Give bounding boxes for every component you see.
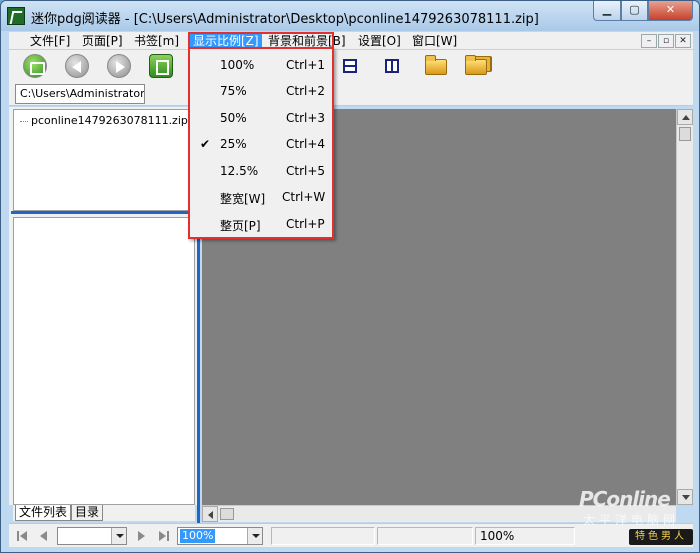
window-maximize-button[interactable]: ▢: [621, 1, 648, 21]
folders-icon[interactable]: [465, 55, 487, 75]
zoom-option-fit-width[interactable]: 整宽[W] Ctrl+W: [190, 185, 332, 211]
window-title: 迷你pdg阅读器 - [C:\Users\Administrator\Deskt…: [31, 12, 539, 27]
zoom-option-shortcut: Ctrl+3: [286, 111, 326, 125]
zoom-option-shortcut: Ctrl+4: [286, 137, 326, 151]
zoom-option-label: 12.5%: [220, 164, 259, 178]
chevron-down-icon[interactable]: [247, 528, 262, 544]
mdi-minimize-button[interactable]: –: [641, 34, 657, 48]
tab-file-list[interactable]: 文件列表: [15, 505, 72, 521]
vertical-scrollbar[interactable]: [676, 109, 693, 505]
zoom-readout: 100%: [475, 527, 575, 545]
scroll-up-icon[interactable]: [677, 109, 693, 125]
file-tree: pconline1479263078111.zip: [13, 109, 199, 211]
zoom-option-50[interactable]: 50% Ctrl+3: [190, 106, 332, 132]
path-input[interactable]: C:\Users\Administrator\D: [15, 84, 145, 104]
zoom-option-shortcut: Ctrl+P: [286, 217, 325, 231]
zoom-option-shortcut: Ctrl+1: [286, 58, 326, 72]
window-close-button[interactable]: ✕: [648, 1, 693, 21]
toolbar: [9, 50, 693, 82]
menu-bar: 文件[F] 页面[P] 书签[m] 显示比例[Z] 背景和前景[B] 设置[O]…: [9, 32, 693, 50]
zoom-option-shortcut: Ctrl+W: [282, 190, 326, 204]
zoom-select-value: 100%: [180, 529, 216, 543]
mdi-restore-button[interactable]: ▫: [658, 34, 674, 48]
toc-pane: [13, 217, 195, 505]
zoom-option-label: 75%: [220, 84, 247, 98]
status-cell-1: [271, 527, 375, 545]
menu-page[interactable]: 页面[P]: [79, 33, 126, 49]
window-minimize-button[interactable]: ▁: [593, 1, 621, 21]
zoom-option-12-5[interactable]: 12.5% Ctrl+5: [190, 159, 332, 185]
hscroll-thumb[interactable]: [220, 508, 234, 520]
scroll-thumb[interactable]: [679, 127, 691, 141]
mdi-close-button[interactable]: ✕: [675, 34, 691, 48]
last-page-icon[interactable]: [159, 531, 169, 541]
app-window: 迷你pdg阅读器 - [C:\Users\Administrator\Deskt…: [0, 0, 700, 553]
zoom-option-shortcut: Ctrl+2: [286, 84, 326, 98]
chevron-down-icon[interactable]: [111, 528, 126, 544]
zoom-option-label: 整宽[W]: [220, 192, 266, 206]
previous-icon[interactable]: [65, 54, 89, 78]
first-page-icon[interactable]: [17, 531, 27, 541]
menu-bookmark[interactable]: 书签[m]: [131, 33, 182, 49]
prev-page-icon[interactable]: [39, 531, 49, 541]
left-tab-strip: 文件列表 目录: [13, 505, 195, 521]
zoom-option-25[interactable]: ✔ 25% Ctrl+4: [190, 132, 332, 158]
address-bar: C:\Users\Administrator\D: [9, 82, 693, 106]
zoom-option-100[interactable]: 100% Ctrl+1: [190, 53, 332, 79]
zoom-option-shortcut: Ctrl+5: [286, 164, 326, 178]
tree-item[interactable]: pconline1479263078111.zip: [20, 114, 188, 127]
zoom-option-75[interactable]: 75% Ctrl+2: [190, 79, 332, 105]
next-icon[interactable]: [107, 54, 131, 78]
menu-window[interactable]: 窗口[W]: [409, 33, 460, 49]
zoom-select[interactable]: 100%: [177, 527, 263, 545]
zoom-option-fit-page[interactable]: 整页[P] Ctrl+P: [190, 212, 332, 238]
single-page-icon[interactable]: [149, 54, 173, 78]
watermark-logo: PConline 太平洋电脑网 特色男人: [579, 487, 697, 549]
page-select[interactable]: [57, 527, 127, 545]
zoom-option-label: 25%: [220, 137, 247, 151]
status-cell-2: [377, 527, 473, 545]
tab-toc[interactable]: 目录: [71, 505, 104, 521]
zoom-dropdown-menu: 100% Ctrl+1 75% Ctrl+2 50% Ctrl+3 ✔ 25% …: [188, 47, 334, 239]
zoom-option-label: 50%: [220, 111, 247, 125]
menu-settings[interactable]: 设置[O]: [355, 33, 404, 49]
folder-open-icon[interactable]: [425, 55, 447, 75]
zoom-option-label: 整页[P]: [220, 219, 261, 233]
horizontal-split-icon[interactable]: [343, 59, 357, 73]
open-file-icon[interactable]: [23, 54, 47, 78]
watermark-badge: 特色男人: [629, 529, 693, 545]
menu-file[interactable]: 文件[F]: [27, 33, 73, 49]
scroll-left-icon[interactable]: [202, 506, 218, 522]
app-logo-icon: [7, 7, 25, 25]
horizontal-splitter[interactable]: [11, 211, 197, 214]
checkmark-icon: ✔: [200, 137, 211, 151]
watermark-brand: PConline: [579, 487, 671, 511]
title-bar[interactable]: 迷你pdg阅读器 - [C:\Users\Administrator\Deskt…: [1, 1, 699, 31]
zoom-option-label: 100%: [220, 58, 255, 72]
watermark-sub: 太平洋电脑网: [583, 513, 680, 527]
vertical-split-icon[interactable]: [385, 59, 399, 73]
next-page-icon[interactable]: [137, 531, 147, 541]
